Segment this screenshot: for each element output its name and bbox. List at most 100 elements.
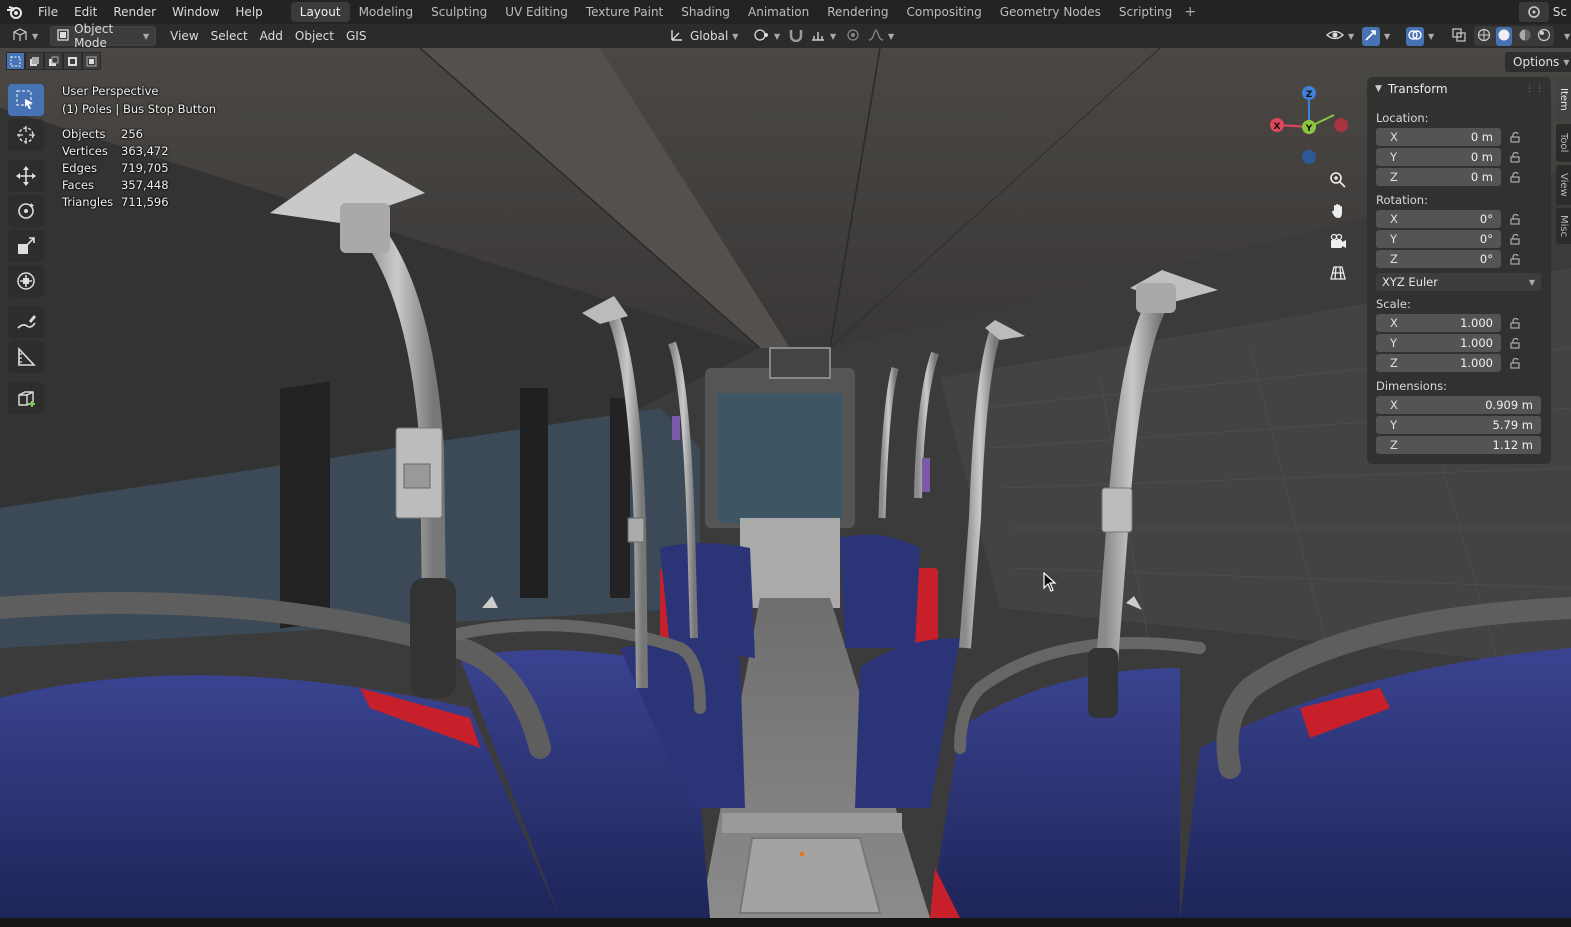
transform-panel-header[interactable]: ▼ Transform ⋮⋮ — [1367, 77, 1551, 101]
rotation-z-field[interactable]: Z 0° — [1376, 250, 1501, 268]
lock-icon[interactable] — [1501, 233, 1529, 245]
material-shading-icon[interactable] — [1518, 28, 1532, 45]
tab-texture-paint[interactable]: Texture Paint — [577, 2, 672, 22]
menu-file[interactable]: File — [30, 0, 66, 24]
pan-hand-icon[interactable] — [1324, 197, 1352, 225]
lock-icon[interactable] — [1501, 131, 1529, 143]
blender-logo-icon[interactable] — [0, 0, 30, 24]
measure-icon[interactable] — [8, 341, 44, 373]
location-y-field[interactable]: Y 0 m — [1376, 148, 1501, 166]
lock-icon[interactable] — [1501, 357, 1529, 369]
snap-target-button[interactable]: ▼ — [804, 26, 842, 46]
tab-view[interactable]: View — [1556, 165, 1571, 205]
rendered-shading-icon[interactable] — [1537, 28, 1551, 45]
select-intersect-icon[interactable] — [82, 52, 101, 70]
lock-icon[interactable] — [1501, 213, 1529, 225]
menu-gis[interactable]: GIS — [340, 26, 372, 46]
wireframe-shading-icon[interactable] — [1477, 28, 1491, 45]
transform-icon[interactable] — [8, 265, 44, 297]
tab-shading[interactable]: Shading — [672, 2, 739, 22]
rotation-y-field[interactable]: Y 0° — [1376, 230, 1501, 248]
dimensions-y-field[interactable]: Y 5.79 m — [1376, 416, 1541, 434]
stat-row: Triangles 711,596 — [62, 194, 216, 211]
tab-uv-editing[interactable]: UV Editing — [496, 2, 577, 22]
workspace-tabs: Layout Modeling Sculpting UV Editing Tex… — [290, 0, 1200, 24]
rotation-x-field[interactable]: X 0° — [1376, 210, 1501, 228]
select-box-icon[interactable] — [8, 84, 44, 116]
menu-select[interactable]: Select — [205, 26, 254, 46]
pivot-point-button[interactable]: ▼ — [748, 26, 786, 46]
xray-toggle[interactable] — [1446, 26, 1472, 46]
tab-compositing[interactable]: Compositing — [897, 2, 990, 22]
drag-grip-icon[interactable]: ⋮⋮ — [1525, 84, 1545, 94]
falloff-button[interactable]: ▼ — [862, 26, 900, 46]
lock-icon[interactable] — [1501, 171, 1529, 183]
tab-scripting[interactable]: Scripting — [1110, 2, 1181, 22]
tab-modeling[interactable]: Modeling — [350, 2, 423, 22]
tab-tool[interactable]: Tool — [1556, 124, 1571, 162]
menu-add[interactable]: Add — [254, 26, 289, 46]
editor-type-button[interactable]: ▼ — [6, 26, 44, 46]
move-icon[interactable] — [8, 160, 44, 192]
scene-selector-icon[interactable] — [1518, 2, 1549, 22]
menu-edit[interactable]: Edit — [66, 0, 105, 24]
solid-shading-icon[interactable] — [1496, 26, 1513, 46]
tab-sculpting[interactable]: Sculpting — [422, 2, 496, 22]
gizmo-neg-z[interactable] — [1302, 150, 1316, 164]
tab-geometry-nodes[interactable]: Geometry Nodes — [991, 2, 1110, 22]
add-cube-icon[interactable] — [8, 382, 44, 414]
lock-icon[interactable] — [1501, 253, 1529, 265]
location-z-field[interactable]: Z 0 m — [1376, 168, 1501, 186]
tab-item[interactable]: Item — [1556, 77, 1571, 121]
scale-z-field[interactable]: Z 1.000 — [1376, 354, 1501, 372]
scale-x-field[interactable]: X 1.000 — [1376, 314, 1501, 332]
rotation-z-row: Z 0° — [1376, 249, 1551, 269]
options-dropdown[interactable]: Options ▼ — [1505, 52, 1571, 72]
scale-icon[interactable] — [8, 230, 44, 262]
annotate-icon[interactable] — [8, 306, 44, 338]
tab-misc[interactable]: Misc — [1556, 208, 1571, 244]
dimensions-z-row: Z 1.12 m — [1376, 435, 1551, 455]
visibility-button[interactable]: ▼ — [1320, 26, 1360, 46]
dimensions-x-field[interactable]: X 0.909 m — [1376, 396, 1541, 414]
gizmo-icon — [1362, 26, 1380, 46]
dimensions-z-field[interactable]: Z 1.12 m — [1376, 436, 1541, 454]
select-extend-icon[interactable] — [25, 52, 44, 70]
overlays-toggle[interactable]: ▼ — [1400, 26, 1440, 46]
camera-view-icon[interactable] — [1324, 228, 1352, 256]
cursor-icon[interactable] — [8, 119, 44, 151]
add-workspace-button[interactable]: + — [1181, 4, 1199, 20]
menu-render[interactable]: Render — [105, 0, 164, 24]
menu-view[interactable]: View — [164, 26, 204, 46]
rotate-icon[interactable] — [8, 195, 44, 227]
tab-animation[interactable]: Animation — [739, 2, 818, 22]
lock-icon[interactable] — [1501, 317, 1529, 329]
select-new-icon[interactable] — [6, 52, 25, 70]
menu-help[interactable]: Help — [227, 0, 270, 24]
gizmo-toggle[interactable]: ▼ — [1356, 26, 1396, 46]
scene-name[interactable]: Sc — [1553, 5, 1567, 19]
rotation-mode-dropdown[interactable]: XYZ Euler ▼ — [1376, 273, 1541, 291]
mode-selector[interactable]: Object Mode ▼ — [50, 22, 157, 50]
menu-object[interactable]: Object — [289, 26, 340, 46]
location-x-field[interactable]: X 0 m — [1376, 128, 1501, 146]
3d-viewport[interactable]: Options ▼ User Perspective (1) Poles | Bu… — [0, 48, 1571, 918]
zoom-icon[interactable] — [1324, 166, 1352, 194]
lock-icon[interactable] — [1501, 337, 1529, 349]
select-difference-icon[interactable] — [63, 52, 82, 70]
scene-statistics: Objects 256 Vertices 363,472 Edges 719,705 … — [62, 126, 216, 211]
perspective-toggle-icon[interactable] — [1324, 259, 1352, 287]
tab-rendering[interactable]: Rendering — [818, 2, 897, 22]
transform-orientation-dropdown[interactable]: Global ▼ — [664, 26, 744, 46]
scale-z-row: Z 1.000 — [1376, 353, 1551, 373]
scale-y-field[interactable]: Y 1.000 — [1376, 334, 1501, 352]
collapse-chevron-icon[interactable]: ▼ — [1375, 84, 1382, 94]
shading-options-button[interactable]: ▼ — [1554, 26, 1571, 46]
scale-label: Scale: — [1376, 297, 1411, 311]
tab-layout[interactable]: Layout — [290, 2, 350, 22]
select-subtract-icon[interactable] — [44, 52, 63, 70]
navigation-gizmo[interactable]: Z X Y — [1262, 82, 1352, 175]
gizmo-neg-x[interactable] — [1334, 118, 1348, 132]
lock-icon[interactable] — [1501, 151, 1529, 163]
menu-window[interactable]: Window — [164, 0, 227, 24]
